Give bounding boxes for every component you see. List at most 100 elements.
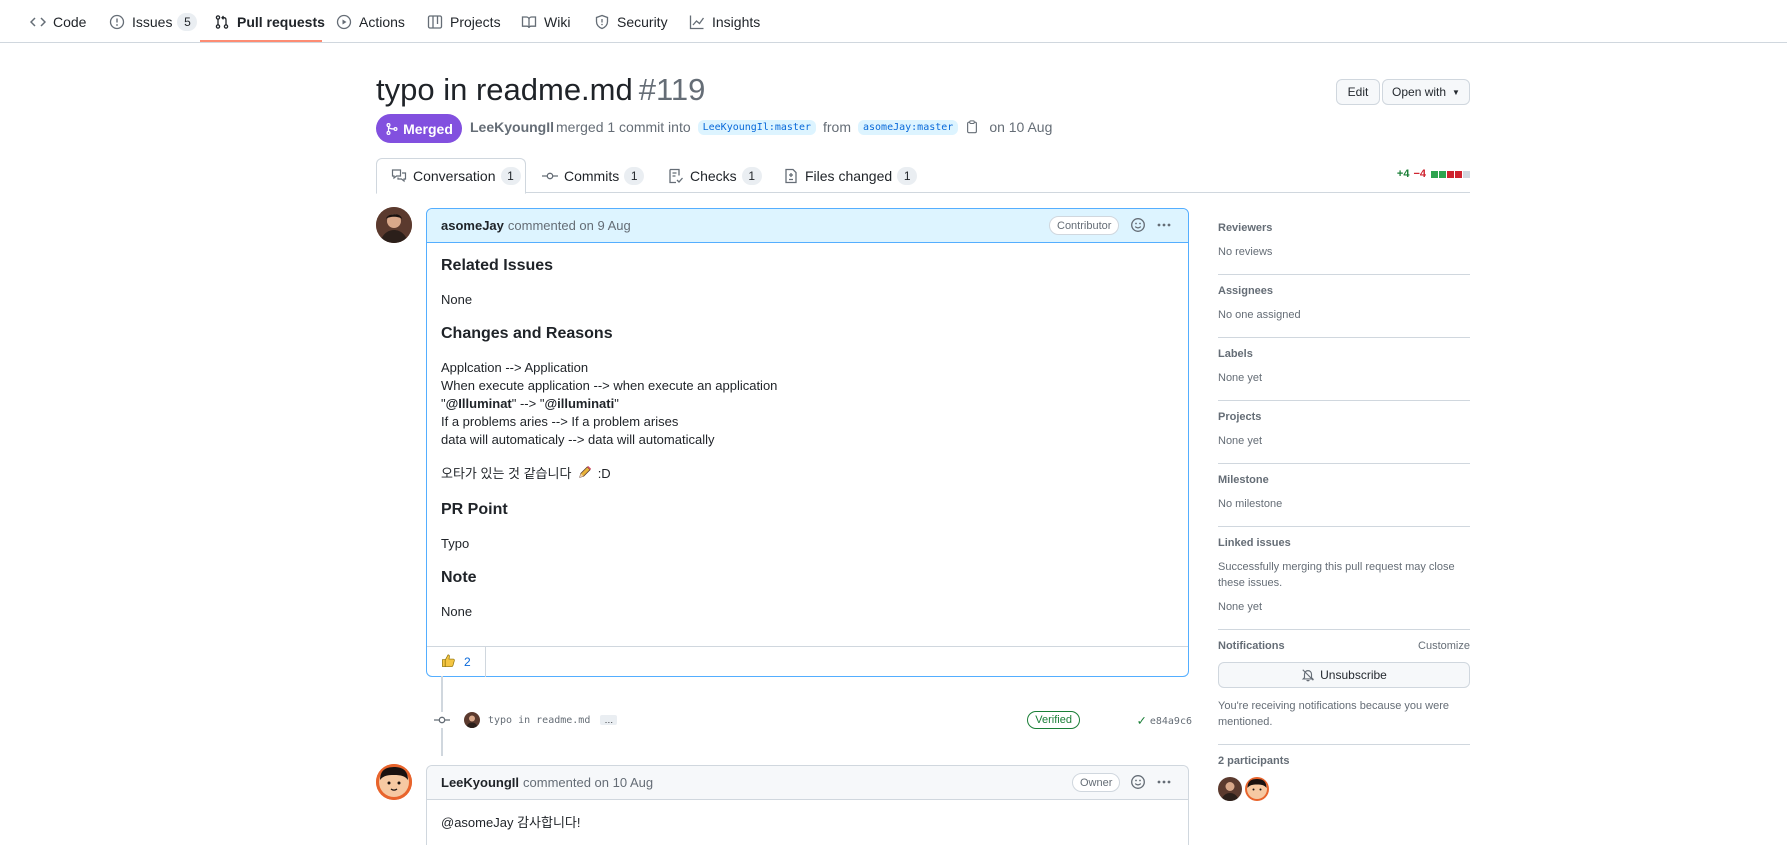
- tab-count: 1: [897, 166, 918, 185]
- sidebar-title: Projects: [1218, 411, 1262, 423]
- tab-actions[interactable]: Actions: [336, 0, 405, 43]
- sidebar-linked-issues[interactable]: Linked issues Successfully merging this …: [1218, 527, 1470, 630]
- sidebar-reviewers[interactable]: Reviewers No reviews: [1218, 212, 1470, 275]
- comment-header: asomeJay commented on 9 Aug Contributor: [427, 209, 1188, 243]
- comment-text: @asomeJay 감사합니다!: [441, 814, 1174, 832]
- bell-slash-icon: [1301, 669, 1315, 682]
- commit-message[interactable]: typo in readme.md: [488, 715, 590, 726]
- tab-label: Files changed: [805, 167, 893, 184]
- note-text: None: [441, 604, 473, 619]
- diffstat-block: [1463, 170, 1470, 178]
- tab-label: Security: [617, 13, 668, 30]
- sidebar-title: Labels: [1218, 348, 1253, 360]
- commit-sha[interactable]: ✓ e84a9c6: [1137, 713, 1192, 729]
- diffstat-block: [1447, 170, 1454, 178]
- tab-security[interactable]: Security: [594, 0, 668, 43]
- diffstat: +4 −4: [1397, 168, 1470, 180]
- comment-timestamp[interactable]: commented on 9 Aug: [508, 218, 631, 233]
- repo-nav: Code Issues 5 Pull requests Actions Proj…: [0, 0, 1787, 43]
- tab-label: Checks: [690, 167, 737, 184]
- kebab-horizontal-icon[interactable]: [1156, 217, 1172, 233]
- thumbs-up-icon: [441, 653, 456, 671]
- smiley-icon[interactable]: [1130, 217, 1146, 233]
- sidebar-value: No one assigned: [1218, 309, 1301, 321]
- change-line: If a problems aries --> If a problem ari…: [441, 414, 679, 429]
- tab-insights[interactable]: Insights: [689, 0, 760, 43]
- comment-author[interactable]: LeeKyoungIl: [441, 775, 519, 790]
- tab-label: Commits: [564, 167, 620, 184]
- merger-author[interactable]: LeeKyoungIl: [470, 119, 554, 135]
- owner-badge: Owner: [1072, 773, 1121, 792]
- tab-projects[interactable]: Projects: [427, 0, 501, 43]
- arrow-text: " --> ": [511, 396, 545, 411]
- kebab-horizontal-icon[interactable]: [1156, 774, 1172, 790]
- heading-pr-point: PR Point: [441, 501, 508, 518]
- participant-avatar[interactable]: [1245, 777, 1269, 801]
- edit-button[interactable]: Edit: [1336, 79, 1380, 105]
- tab-label: Issues: [132, 13, 173, 30]
- head-branch[interactable]: asomeJay:master: [858, 119, 959, 135]
- base-branch[interactable]: LeeKyoungIl:master: [697, 119, 816, 135]
- comment-body: @asomeJay 감사합니다!: [427, 800, 1188, 847]
- customize-link[interactable]: Customize: [1418, 640, 1470, 652]
- tab-code[interactable]: Code: [30, 0, 86, 43]
- mention-illuminati[interactable]: @illuminati: [544, 396, 614, 411]
- participant-avatar[interactable]: [1218, 777, 1242, 801]
- unsubscribe-button[interactable]: Unsubscribe: [1218, 662, 1470, 688]
- code-icon: [30, 14, 46, 30]
- state-label: Merged: [403, 120, 453, 137]
- timeline-commit: typo in readme.md … Verified ✓ e84a9c6: [432, 710, 1192, 730]
- sidebar-value: None yet: [1218, 601, 1263, 613]
- heading-changes: Changes and Reasons: [441, 325, 613, 342]
- pencil-emoji-icon: [577, 465, 592, 485]
- sidebar-assignees[interactable]: Assignees No one assigned: [1218, 275, 1470, 338]
- diff-deletions: −4: [1413, 168, 1426, 180]
- comment-timestamp[interactable]: commented on 10 Aug: [523, 775, 653, 790]
- heading-related-issues: Related Issues: [441, 257, 554, 274]
- tab-files-changed[interactable]: Files changed 1: [769, 158, 931, 193]
- comment-header: LeeKyoungIl commented on 10 Aug Owner: [427, 766, 1188, 800]
- related-issues-text: None: [441, 292, 473, 307]
- mention-asomejay[interactable]: @asomeJay: [441, 815, 513, 830]
- sidebar-title: Assignees: [1218, 285, 1274, 297]
- avatar[interactable]: [376, 764, 412, 800]
- smiley-icon[interactable]: [1130, 774, 1146, 790]
- tab-label: Conversation: [413, 168, 496, 184]
- active-tab-underline: [200, 40, 322, 42]
- changes-list: Applcation --> Application When execute …: [441, 359, 1174, 449]
- tab-commits[interactable]: Commits 1: [528, 158, 658, 193]
- diff-additions: +4: [1396, 168, 1410, 180]
- comment-author[interactable]: asomeJay: [441, 218, 504, 233]
- pr-title-text: typo in readme.md: [376, 72, 633, 107]
- sidebar-title: 2 participants: [1218, 755, 1290, 767]
- commit-sha-text: e84a9c6: [1149, 715, 1192, 727]
- korean-text: 오타가 있는 것 같습니다: [441, 466, 572, 481]
- open-with-button[interactable]: Open with ▼: [1382, 79, 1470, 105]
- tab-checks[interactable]: Checks 1: [654, 158, 776, 193]
- copy-icon[interactable]: [965, 120, 979, 134]
- linked-issues-description: Successfully merging this pull request m…: [1218, 561, 1455, 589]
- sidebar-value: None yet: [1218, 435, 1263, 447]
- mention-illuminat[interactable]: @Illuminat: [446, 396, 512, 411]
- tab-wiki[interactable]: Wiki: [521, 0, 570, 43]
- tab-issues[interactable]: Issues 5: [109, 0, 198, 43]
- expand-commit-button[interactable]: …: [600, 715, 618, 725]
- thumbs-up-reaction[interactable]: 2: [427, 646, 486, 677]
- page-title: typo in readme.md #119: [376, 72, 705, 108]
- unsubscribe-label: Unsubscribe: [1320, 668, 1387, 682]
- contributor-badge: Contributor: [1049, 216, 1120, 235]
- book-icon: [521, 14, 537, 30]
- git-pull-request-icon: [214, 14, 230, 30]
- sidebar-title: Milestone: [1218, 474, 1269, 486]
- tab-conversation[interactable]: Conversation 1: [376, 158, 526, 194]
- verified-badge[interactable]: Verified: [1027, 711, 1080, 729]
- sidebar-labels[interactable]: Labels None yet: [1218, 338, 1470, 401]
- issues-count: 5: [177, 12, 198, 31]
- avatar[interactable]: [376, 207, 412, 243]
- comment-asomejay: asomeJay commented on 9 Aug Contributor …: [426, 208, 1189, 677]
- commit-author-avatar[interactable]: [464, 712, 480, 728]
- tab-pull-requests[interactable]: Pull requests: [214, 0, 325, 43]
- sidebar-projects[interactable]: Projects None yet: [1218, 401, 1470, 464]
- sidebar-milestone[interactable]: Milestone No milestone: [1218, 464, 1470, 527]
- pr-sidebar: Reviewers No reviews Assignees No one as…: [1218, 212, 1470, 815]
